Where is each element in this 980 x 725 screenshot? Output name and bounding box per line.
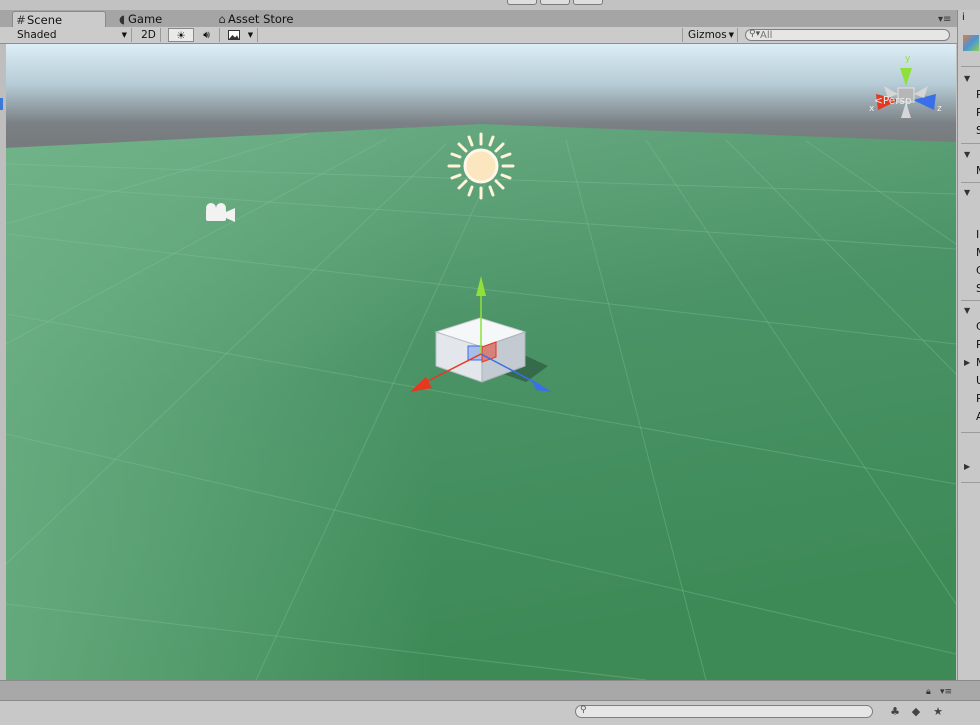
gizmos-label: Gizmos: [688, 29, 727, 41]
step-button[interactable]: [573, 0, 603, 5]
y-axis-label: y: [905, 54, 911, 64]
speaker-icon: 🔊︎: [203, 29, 210, 41]
separator: [961, 182, 980, 183]
sun-icon: ☀: [176, 30, 186, 42]
inspector-row-label: R: [976, 106, 980, 119]
tab-asset-store-label: Asset Store: [228, 12, 294, 26]
persp-icon: <: [874, 95, 883, 107]
dropdown-arrow-icon: ▼: [121, 31, 127, 39]
inspector-row-label: S: [976, 282, 980, 295]
inspector-row-label: S: [976, 124, 980, 137]
foldout-arrow-icon[interactable]: ▼: [964, 188, 970, 197]
tab-menu-icon[interactable]: ▾≡: [940, 687, 952, 697]
z-axis-label: z: [937, 104, 942, 114]
shading-mode-dropdown[interactable]: Shaded ▼: [12, 28, 132, 42]
search-by-label-icon[interactable]: ◆: [907, 704, 925, 720]
image-icon: [228, 30, 240, 40]
inspector-row-label: A: [976, 410, 980, 423]
scene-lighting-toggle[interactable]: ☀: [168, 28, 194, 42]
dropdown-arrow-icon: ▼: [728, 31, 734, 39]
tab-bar: #Scene ◖ Game ⌂ Asset Store: [0, 10, 957, 28]
project-search-input[interactable]: [591, 705, 861, 717]
inspector-row-label: R: [976, 392, 980, 405]
foldout-arrow-icon[interactable]: ▶: [964, 358, 970, 367]
scene-effects-dropdown[interactable]: ▼: [244, 28, 258, 42]
gizmos-dropdown[interactable]: Gizmos ▼: [682, 28, 738, 42]
tab-scene-label: Scene: [27, 13, 63, 27]
mode-2d-label: 2D: [141, 29, 156, 41]
scene-toolbar: Shaded ▼ 2D ☀ 🔊︎ ▼ Gizmos ▼ ⚲▾: [0, 27, 957, 44]
inspector-row-label: C: [976, 264, 980, 277]
projection-label: Persp: [882, 95, 912, 107]
projection-toggle[interactable]: <Persp: [874, 95, 912, 107]
separator: [961, 66, 980, 67]
separator: [961, 300, 980, 301]
tab-game-label: Game: [128, 12, 163, 26]
orientation-gizmo[interactable]: y x z: [869, 54, 942, 118]
tab-menu-icon[interactable]: ▾≡: [938, 14, 954, 26]
search-by-type-icon[interactable]: ♣: [886, 704, 904, 720]
foldout-arrow-icon[interactable]: ▼: [964, 306, 970, 315]
scene-ground: y x z: [6, 54, 956, 680]
inspector-row-label: M: [976, 164, 980, 177]
project-toolbar: ⚲ ♣ ◆ ★: [0, 700, 980, 725]
inspector-row-label: M: [976, 356, 980, 369]
favorites-star-icon[interactable]: ★: [929, 704, 947, 720]
tab-game[interactable]: ◖ Game: [114, 11, 196, 27]
inspector-row-label: M: [976, 246, 980, 259]
foldout-arrow-icon[interactable]: ▼: [964, 74, 970, 83]
project-search-field[interactable]: ⚲: [575, 705, 873, 718]
foldout-arrow-icon[interactable]: ▼: [964, 150, 970, 159]
tab-asset-store[interactable]: ⌂ Asset Store: [214, 11, 326, 27]
cube-asset-icon: [963, 35, 979, 51]
scene-effects-toggle[interactable]: [224, 28, 244, 42]
search-icon: ⚲: [580, 705, 587, 715]
pause-button[interactable]: [540, 0, 570, 5]
info-icon: i: [962, 12, 965, 23]
inspector-row-label: I: [976, 228, 980, 241]
project-tab-bar: 🔒︎ ▾≡: [0, 680, 980, 701]
search-icon: ⚲▾: [749, 29, 761, 39]
separator: [961, 143, 980, 144]
selection-marker: [0, 98, 3, 110]
mode-2d-button[interactable]: 2D: [137, 28, 161, 42]
tab-scene[interactable]: #Scene: [12, 11, 106, 28]
inspector-row-label: C: [976, 320, 980, 333]
store-icon: ⌂: [218, 12, 226, 26]
directional-light-icon[interactable]: [447, 132, 515, 200]
foldout-arrow-icon[interactable]: ▶: [964, 462, 970, 471]
main-toolbar-strip: [0, 0, 980, 10]
inspector-row-label: U: [976, 374, 980, 387]
shading-mode-value: Shaded: [17, 29, 57, 41]
scene-search-input[interactable]: [760, 29, 940, 41]
separator: [961, 482, 980, 483]
lock-icon[interactable]: 🔒︎: [926, 687, 931, 697]
pacman-icon: ◖: [118, 12, 126, 26]
dropdown-arrow-icon: ▼: [247, 31, 254, 39]
scene-search-field[interactable]: ⚲▾: [745, 29, 950, 41]
separator: [961, 432, 980, 433]
scene-audio-toggle[interactable]: 🔊︎: [194, 28, 220, 42]
scene-viewport[interactable]: y x z: [6, 44, 956, 680]
inspector-row-label: R: [976, 338, 980, 351]
play-button[interactable]: [507, 0, 537, 5]
grid-icon: #: [16, 13, 26, 27]
inspector-panel: i ▼ P R S ▼ M ▼ I M C S ▼ C R ▶ M U R A …: [957, 10, 980, 680]
inspector-row-label: P: [976, 88, 980, 101]
